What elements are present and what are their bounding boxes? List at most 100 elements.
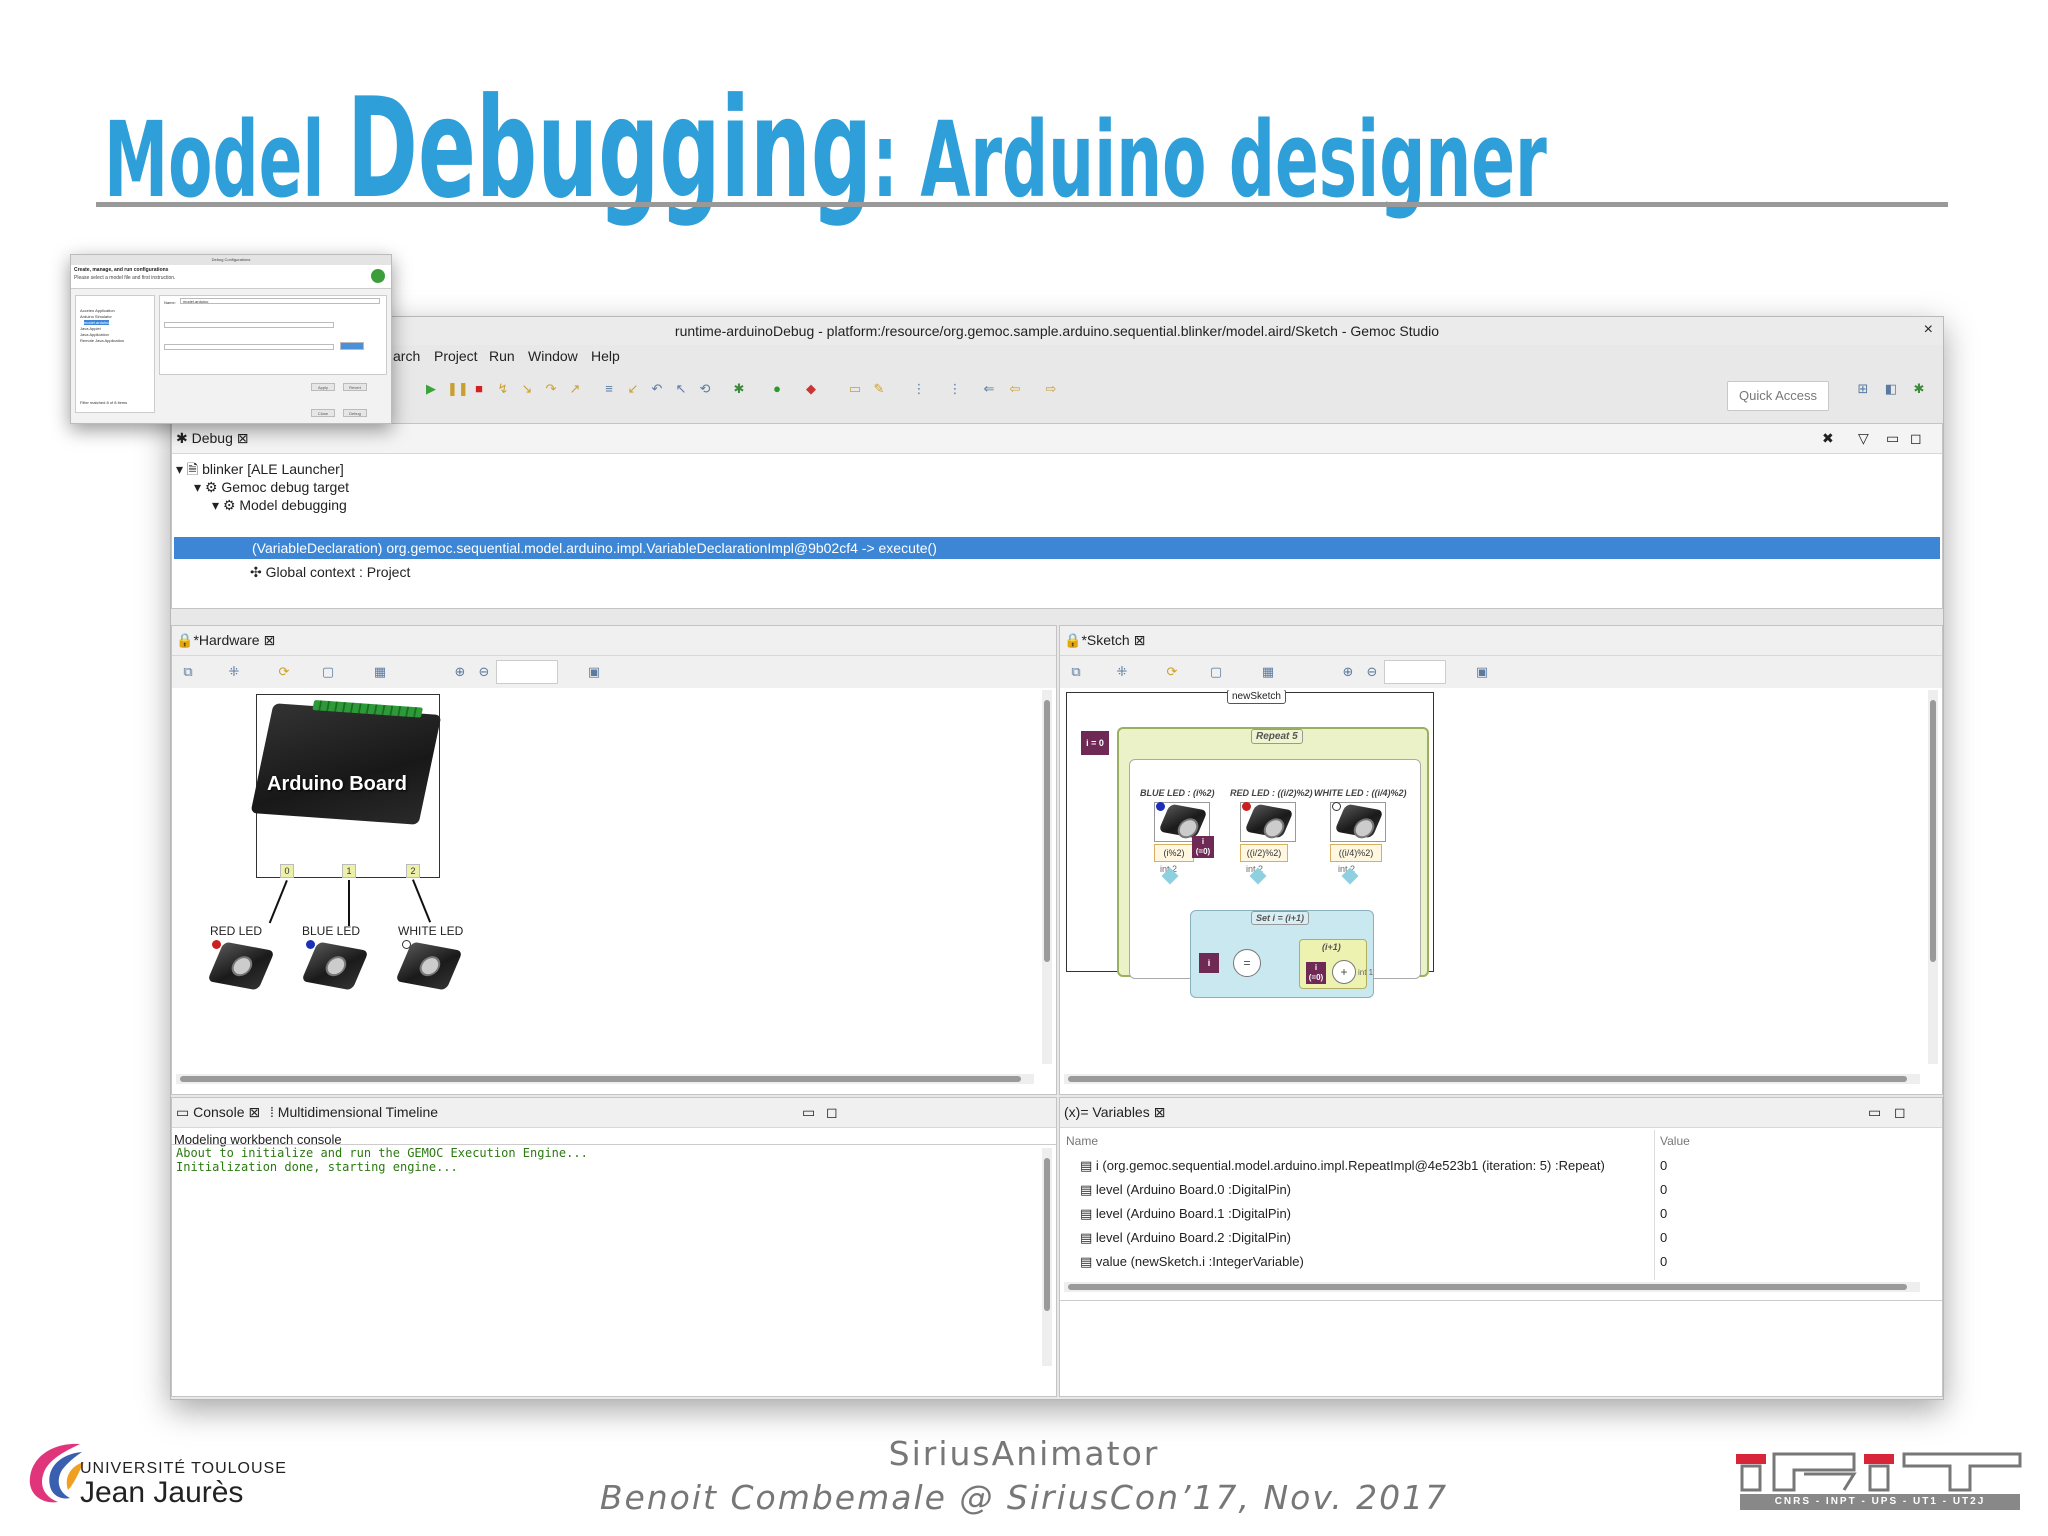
perspective-debug-icon[interactable]: ✱ [1911,381,1927,397]
minimize-icon[interactable]: ▭ [1886,430,1899,447]
menu-project[interactable]: Project [434,348,478,364]
cond-block[interactable]: i (=0) [1192,836,1214,858]
select-icon[interactable]: ▢ [320,664,336,680]
console-maximize-icon[interactable]: ◻ [826,1104,838,1121]
resume-icon[interactable]: ▶ [423,381,439,397]
console-vscroll[interactable] [1042,1148,1052,1366]
tree-item-global-context-row[interactable]: ✣ Global context : Project [250,561,410,583]
maximize-icon[interactable]: ◻ [1910,430,1922,447]
toolbar-icon-d[interactable]: ⇐ [981,381,997,397]
menu-search[interactable]: arch [393,348,420,364]
tab-timeline[interactable]: ⁞ Multidimensional Timeline [270,1104,438,1120]
zoom-in-icon[interactable]: ⊕ [452,664,468,680]
sketch-arrange-icon[interactable]: ▦ [1260,664,1276,680]
perspective-java-icon[interactable]: ◧ [1883,381,1899,397]
export-image-icon[interactable]: ▣ [586,664,602,680]
variable-row[interactable]: ▤ value (newSketch.i :IntegerVariable) [1080,1254,1304,1270]
sketch-zoom-combo[interactable] [1384,660,1446,684]
sketch-layers-icon[interactable]: ⧉ [1068,664,1084,680]
close-icon[interactable]: × [1924,321,1933,339]
hardware-vscroll[interactable] [1042,690,1052,1064]
quick-access-field[interactable]: Quick Access [1727,381,1829,411]
view-menu-icon[interactable]: ▽ [1858,430,1869,447]
debug-icon[interactable]: ✱ [731,381,747,397]
assign-operator[interactable]: = [1233,949,1261,977]
hardware-hscroll[interactable] [176,1074,1034,1084]
set-var-block[interactable]: i [1199,953,1219,973]
dialog-name-field[interactable]: model.arduino [180,298,380,304]
forward-icon[interactable]: ⇨ [1043,381,1059,397]
sketch-zoom-in-icon[interactable]: ⊕ [1340,664,1356,680]
dialog-tree-item[interactable]: Acceleo Application [80,308,115,313]
arrange-icon[interactable]: ▦ [372,664,388,680]
menu-run[interactable]: Run [489,348,515,364]
menu-help[interactable]: Help [591,348,620,364]
step-back-return-icon[interactable]: ↖ [673,381,689,397]
tab-sketch[interactable]: 🔒*Sketch ⊠ [1064,632,1145,649]
increment-block[interactable]: (i+1) i (=0) + int 1 [1299,939,1373,989]
toolbar-icon-b[interactable]: ⋮ [911,381,927,397]
init-block[interactable]: i = 0 [1081,731,1109,755]
variables-hscroll[interactable] [1064,1282,1920,1292]
console-minimize-icon[interactable]: ▭ [802,1104,815,1121]
remove-terminated-icon[interactable]: ✖ [1822,430,1834,447]
variables-maximize-icon[interactable]: ◻ [1894,1104,1906,1121]
layers-icon[interactable]: ⧉ [180,664,196,680]
suspend-icon[interactable]: ❚❚ [447,381,469,397]
sketch-frame[interactable]: newSketch i = 0 Repeat 5 BLUE LED : (i%2… [1066,690,1434,998]
toolbar-icon-a[interactable]: ≡ [601,381,617,397]
pin-1[interactable]: 1 [342,864,356,878]
repeat-block[interactable]: Repeat 5 BLUE LED : (i%2) RED LED : ((i/… [1117,727,1429,998]
tab-hardware[interactable]: 🔒*Hardware ⊠ [176,632,275,649]
step-back-over-icon[interactable]: ↶ [649,381,665,397]
dialog-apply-button[interactable]: Apply [311,383,335,391]
red-led-expr[interactable]: ((i/2)%2) [1240,844,1288,862]
tab-variables[interactable]: (x)= Variables ⊠ [1064,1104,1165,1121]
sketch-select-icon[interactable]: ▢ [1208,664,1224,680]
sketch-refresh-icon[interactable]: ⟳ [1164,664,1180,680]
variable-row[interactable]: ▤ level (Arduino Board.0 :DigitalPin) [1080,1182,1291,1198]
disconnect-icon[interactable]: ↯ [495,381,511,397]
dialog-model-field[interactable] [164,322,334,328]
step-back-into-icon[interactable]: ↙ [625,381,641,397]
blue-led-expr[interactable]: (i%2) [1154,844,1194,862]
variable-row[interactable]: ▤ level (Arduino Board.2 :DigitalPin) [1080,1230,1291,1246]
refresh-icon[interactable]: ⟳ [276,664,292,680]
external-tools-icon[interactable]: ◆ [803,381,819,397]
dialog-tree-item[interactable]: Remote Java Application [80,338,124,343]
open-folder-icon[interactable]: ▭ [847,381,863,397]
toolbar-icon-c[interactable]: ⋮ [947,381,963,397]
step-over-icon[interactable]: ↷ [543,381,559,397]
edit-icon[interactable]: ✎ [871,381,887,397]
dialog-debug-button[interactable]: Debug [343,409,367,417]
step-into-icon[interactable]: ↘ [519,381,535,397]
debug-configurations-dialog[interactable]: Debug Configurations Create, manage, and… [70,254,392,424]
run-icon[interactable]: ● [769,381,785,397]
arduino-board-node[interactable]: Arduino Board [250,694,442,878]
sketch-hscroll[interactable] [1064,1074,1920,1084]
pin-0[interactable]: 0 [280,864,294,878]
terminate-icon[interactable]: ■ [471,381,487,397]
restart-icon[interactable]: ⟲ [697,381,713,397]
sketch-export-image-icon[interactable]: ▣ [1474,664,1490,680]
open-perspective-icon[interactable]: ⊞ [1855,381,1871,397]
dialog-tree-item-selected[interactable]: model.arduino [84,320,110,325]
white-led-expr[interactable]: ((i/4)%2) [1330,844,1382,862]
increment-var[interactable]: i (=0) [1306,962,1326,984]
variables-col-value[interactable]: Value [1660,1134,1690,1148]
dialog-tree-item[interactable]: Java Applet [80,326,101,331]
dialog-config-tree[interactable]: Acceleo Application Arduino Simulator mo… [75,295,155,413]
variable-row[interactable]: ▤ level (Arduino Board.1 :DigitalPin) [1080,1206,1291,1222]
variables-col-name[interactable]: Name [1066,1134,1098,1148]
sketch-filters-icon[interactable]: ⁜ [1114,664,1130,680]
variables-minimize-icon[interactable]: ▭ [1868,1104,1881,1121]
dialog-revert-button[interactable]: Revert [343,383,367,391]
filters-icon[interactable]: ⁜ [226,664,242,680]
dialog-tree-item[interactable]: Arduino Simulator [80,314,112,319]
menu-window[interactable]: Window [528,348,578,364]
tab-debug[interactable]: ✱ Debug ⊠ [176,430,249,447]
sketch-vscroll[interactable] [1928,690,1938,1064]
step-return-icon[interactable]: ↗ [567,381,583,397]
pin-2[interactable]: 2 [406,864,420,878]
zoom-out-icon[interactable]: ⊖ [476,664,492,680]
